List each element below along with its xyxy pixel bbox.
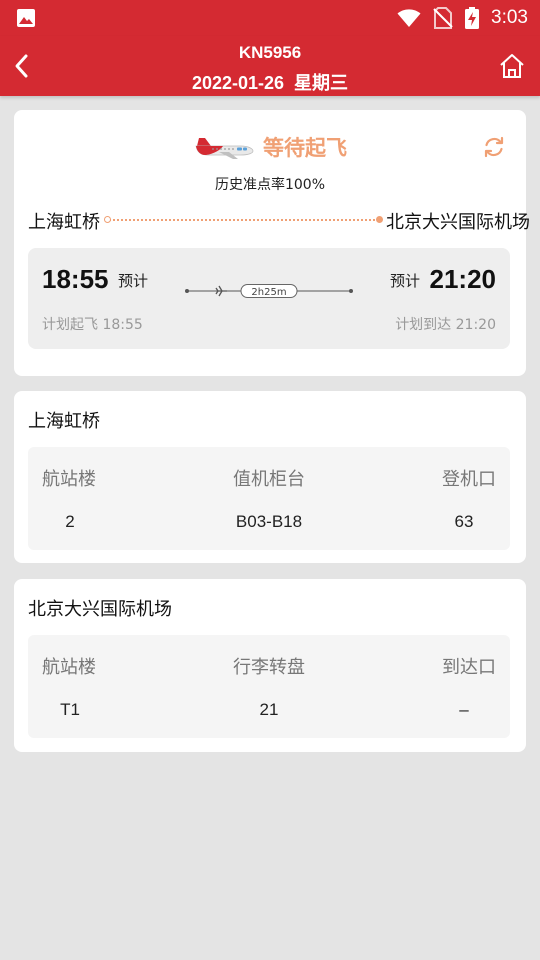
terminal-value: 2	[65, 512, 75, 531]
checkin-value: B03-B18	[235, 512, 303, 531]
arrival-terminal-value: T1	[60, 700, 80, 719]
destination-airport: 北京大兴国际机场	[386, 212, 530, 233]
planned-arrival: 计划到达 21:20	[395, 314, 496, 334]
origin-card-title: 上海虹桥	[28, 411, 100, 432]
times-panel: 18:55 预计 2h25m 预计 21:20 计划起飞 18:55 计划到达 …	[28, 248, 510, 349]
origin-info-table: 航站楼 2 值机柜台 B03-B18 登机口 63	[28, 447, 510, 550]
terminal-header: 航站楼	[42, 469, 96, 490]
weekday-text: 星期三	[294, 73, 349, 93]
planned-departure: 计划起飞 18:55	[42, 314, 143, 334]
status-row: 等待起飞	[14, 130, 526, 164]
no-sim-icon	[433, 7, 453, 29]
route-dotted-line	[106, 219, 379, 221]
origin-dot	[104, 216, 111, 223]
clock: 3:03	[491, 7, 528, 28]
departure-time: 18:55	[42, 264, 109, 294]
plane-small-icon	[215, 285, 227, 297]
ontime-rate: 历史准点率100%	[214, 177, 326, 193]
planned-departure-label: 计划起飞	[42, 317, 98, 333]
battery-charging-icon	[465, 7, 480, 29]
home-icon[interactable]	[498, 52, 526, 80]
exit-value: –	[459, 700, 469, 719]
planned-arrival-label: 计划到达	[395, 317, 452, 333]
refresh-icon[interactable]	[482, 135, 506, 159]
origin-info-card: 上海虹桥 航站楼 2 值机柜台 B03-B18 登机口 63	[14, 391, 526, 563]
wifi-icon	[397, 9, 421, 27]
baggage-header: 行李转盘	[233, 657, 305, 678]
exit-header: 到达口	[442, 657, 496, 678]
status-bar: 3:03	[0, 0, 540, 36]
gallery-notification-icon	[17, 9, 35, 27]
flight-status-label: 等待起飞	[263, 136, 347, 160]
duration-indicator: 2h25m	[185, 284, 353, 298]
duration-label: 2h25m	[251, 287, 286, 298]
checkin-header: 值机柜台	[233, 469, 305, 490]
flight-number: KN5956	[238, 43, 302, 62]
airplane-icon	[195, 138, 254, 159]
flight-date: 2022-01-26 星期三	[0, 69, 540, 95]
destination-info-table: 航站楼 T1 行李转盘 21 到达口 –	[28, 635, 510, 738]
destination-card-title: 北京大兴国际机场	[28, 599, 172, 620]
arrival-estimated-label: 预计	[389, 272, 420, 290]
baggage-value: 21	[259, 700, 279, 719]
flight-status-card: 等待起飞 历史准点率100% 上海虹桥 北京大兴国际机场 18:55 预计 2h…	[14, 110, 530, 376]
arrival-terminal-header: 航站楼	[42, 657, 96, 678]
planned-departure-time: 18:55	[102, 317, 143, 333]
planned-arrival-time: 21:20	[455, 317, 496, 333]
origin-airport: 上海虹桥	[28, 212, 100, 233]
arrival-time: 21:20	[429, 264, 497, 294]
departure-estimated-label: 预计	[118, 272, 149, 290]
destination-dot	[376, 216, 383, 223]
gate-header: 登机口	[442, 469, 496, 490]
app-header: KN5956 2022-01-26 星期三	[0, 36, 540, 96]
route-line: 上海虹桥 北京大兴国际机场	[28, 208, 530, 234]
destination-info-card: 北京大兴国际机场 航站楼 T1 行李转盘 21 到达口 –	[14, 579, 526, 752]
gate-value: 63	[454, 512, 474, 531]
date-text: 2022-01-26	[191, 73, 285, 93]
